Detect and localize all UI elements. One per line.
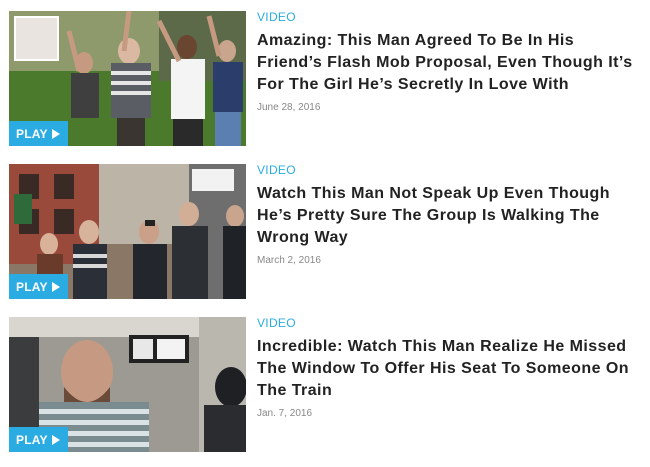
article-headline-link[interactable]: Watch This Man Not Speak Up Even Though … [257, 183, 641, 249]
category-link[interactable]: VIDEO [257, 11, 641, 23]
play-button[interactable]: PLAY [9, 274, 68, 299]
article-text: VIDEO Watch This Man Not Speak Up Even T… [257, 164, 641, 266]
article-text: VIDEO Amazing: This Man Agreed To Be In … [257, 11, 641, 113]
video-thumbnail[interactable]: PLAY [9, 11, 246, 146]
play-button[interactable]: PLAY [9, 121, 68, 146]
article-headline-link[interactable]: Amazing: This Man Agreed To Be In His Fr… [257, 30, 641, 96]
video-thumbnail[interactable]: PLAY [9, 164, 246, 299]
play-label: PLAY [16, 126, 48, 141]
play-button[interactable]: PLAY [9, 427, 68, 452]
play-label: PLAY [16, 279, 48, 294]
article-card: PLAY VIDEO Watch This Man Not Speak Up E… [9, 164, 641, 299]
play-icon [51, 128, 60, 139]
category-link[interactable]: VIDEO [257, 164, 641, 176]
author-avatar [14, 16, 59, 61]
publish-date: June 28, 2016 [257, 102, 321, 113]
play-label: PLAY [16, 432, 48, 447]
play-icon [51, 434, 60, 445]
category-link[interactable]: VIDEO [257, 317, 641, 329]
video-thumbnail[interactable]: PLAY [9, 317, 246, 452]
publish-date: March 2, 2016 [257, 255, 321, 266]
article-card: PLAY VIDEO Incredible: Watch This Man Re… [9, 317, 641, 452]
article-text: VIDEO Incredible: Watch This Man Realize… [257, 317, 641, 419]
article-headline-link[interactable]: Incredible: Watch This Man Realize He Mi… [257, 336, 641, 402]
play-icon [51, 281, 60, 292]
publish-date: Jan. 7, 2016 [257, 408, 313, 419]
article-card: PLAY VIDEO Amazing: This Man Agreed To B… [9, 11, 641, 146]
